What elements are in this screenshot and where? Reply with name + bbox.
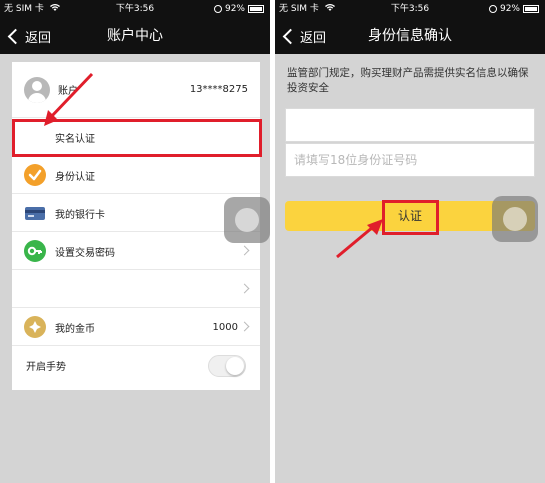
floating-assistive-button[interactable] (224, 197, 270, 243)
chevron-right-icon (239, 283, 250, 294)
status-right: 92% (213, 0, 264, 18)
battery-percent: 92% (224, 4, 245, 14)
red-arrow-icon (336, 219, 383, 259)
identity-confirm-screen: 无 SIM 卡 下午3:56 92% 返回 身份信息确认 监管部门规定，购买理财… (275, 0, 545, 483)
menu-item-label: 我的银行卡 (55, 209, 105, 221)
gesture-toggle[interactable] (208, 355, 246, 377)
gold-coin-value: 1000 (212, 321, 238, 333)
status-right: 92% (488, 0, 539, 18)
menu-item-bank-card[interactable]: 我的银行卡 (12, 195, 260, 232)
rotation-lock-icon (213, 5, 222, 13)
page-title: 账户中心 (107, 28, 163, 44)
regulation-notice: 监管部门规定，购买理财产品需提供实名信息以确保投资安全 (287, 67, 529, 94)
rotation-lock-icon (488, 5, 497, 13)
red-arrow-icon (44, 72, 94, 126)
menu-item-gold-coins[interactable]: 我的金币 1000 (12, 309, 260, 346)
battery-percent: 92% (499, 4, 520, 14)
status-bar: 无 SIM 卡 下午3:56 92% (275, 0, 545, 18)
menu-item-identity[interactable]: 身份认证 (12, 157, 260, 194)
floating-assistive-button[interactable] (492, 196, 538, 242)
menu-item-label: 身份认证 (55, 171, 95, 183)
chevron-right-icon (239, 245, 250, 256)
nav-bar: 返回 身份信息确认 (275, 18, 545, 54)
battery-icon (248, 5, 264, 13)
name-field[interactable] (285, 108, 535, 142)
menu-item-label: 我的金币 (55, 323, 95, 335)
chevron-right-icon (239, 321, 250, 332)
account-phone: 13****8275 (189, 84, 248, 95)
menu-item-hidden[interactable] (12, 271, 260, 308)
page-title: 身份信息确认 (368, 28, 452, 44)
check-circle-icon (24, 164, 46, 186)
menu-item-trade-password[interactable]: 设置交易密码 (12, 233, 260, 270)
menu-item-label: 设置交易密码 (55, 247, 115, 259)
status-bar: 无 SIM 卡 下午3:56 92% (0, 0, 270, 18)
key-icon (24, 240, 46, 262)
battery-icon (523, 5, 539, 13)
nav-bar: 返回 账户中心 (0, 18, 270, 54)
gesture-row: 开启手势 (12, 347, 260, 384)
blank-icon (24, 278, 46, 300)
highlight-box (382, 200, 439, 235)
id-number-input[interactable] (286, 144, 534, 176)
gold-coin-icon (24, 316, 46, 338)
name-input[interactable] (286, 109, 534, 141)
id-number-field[interactable] (285, 143, 535, 177)
bank-card-icon (24, 202, 46, 224)
gesture-label: 开启手势 (26, 362, 66, 373)
account-center-screen: 无 SIM 卡 下午3:56 92% 返回 账户中心 账户 13****8275… (0, 0, 270, 483)
